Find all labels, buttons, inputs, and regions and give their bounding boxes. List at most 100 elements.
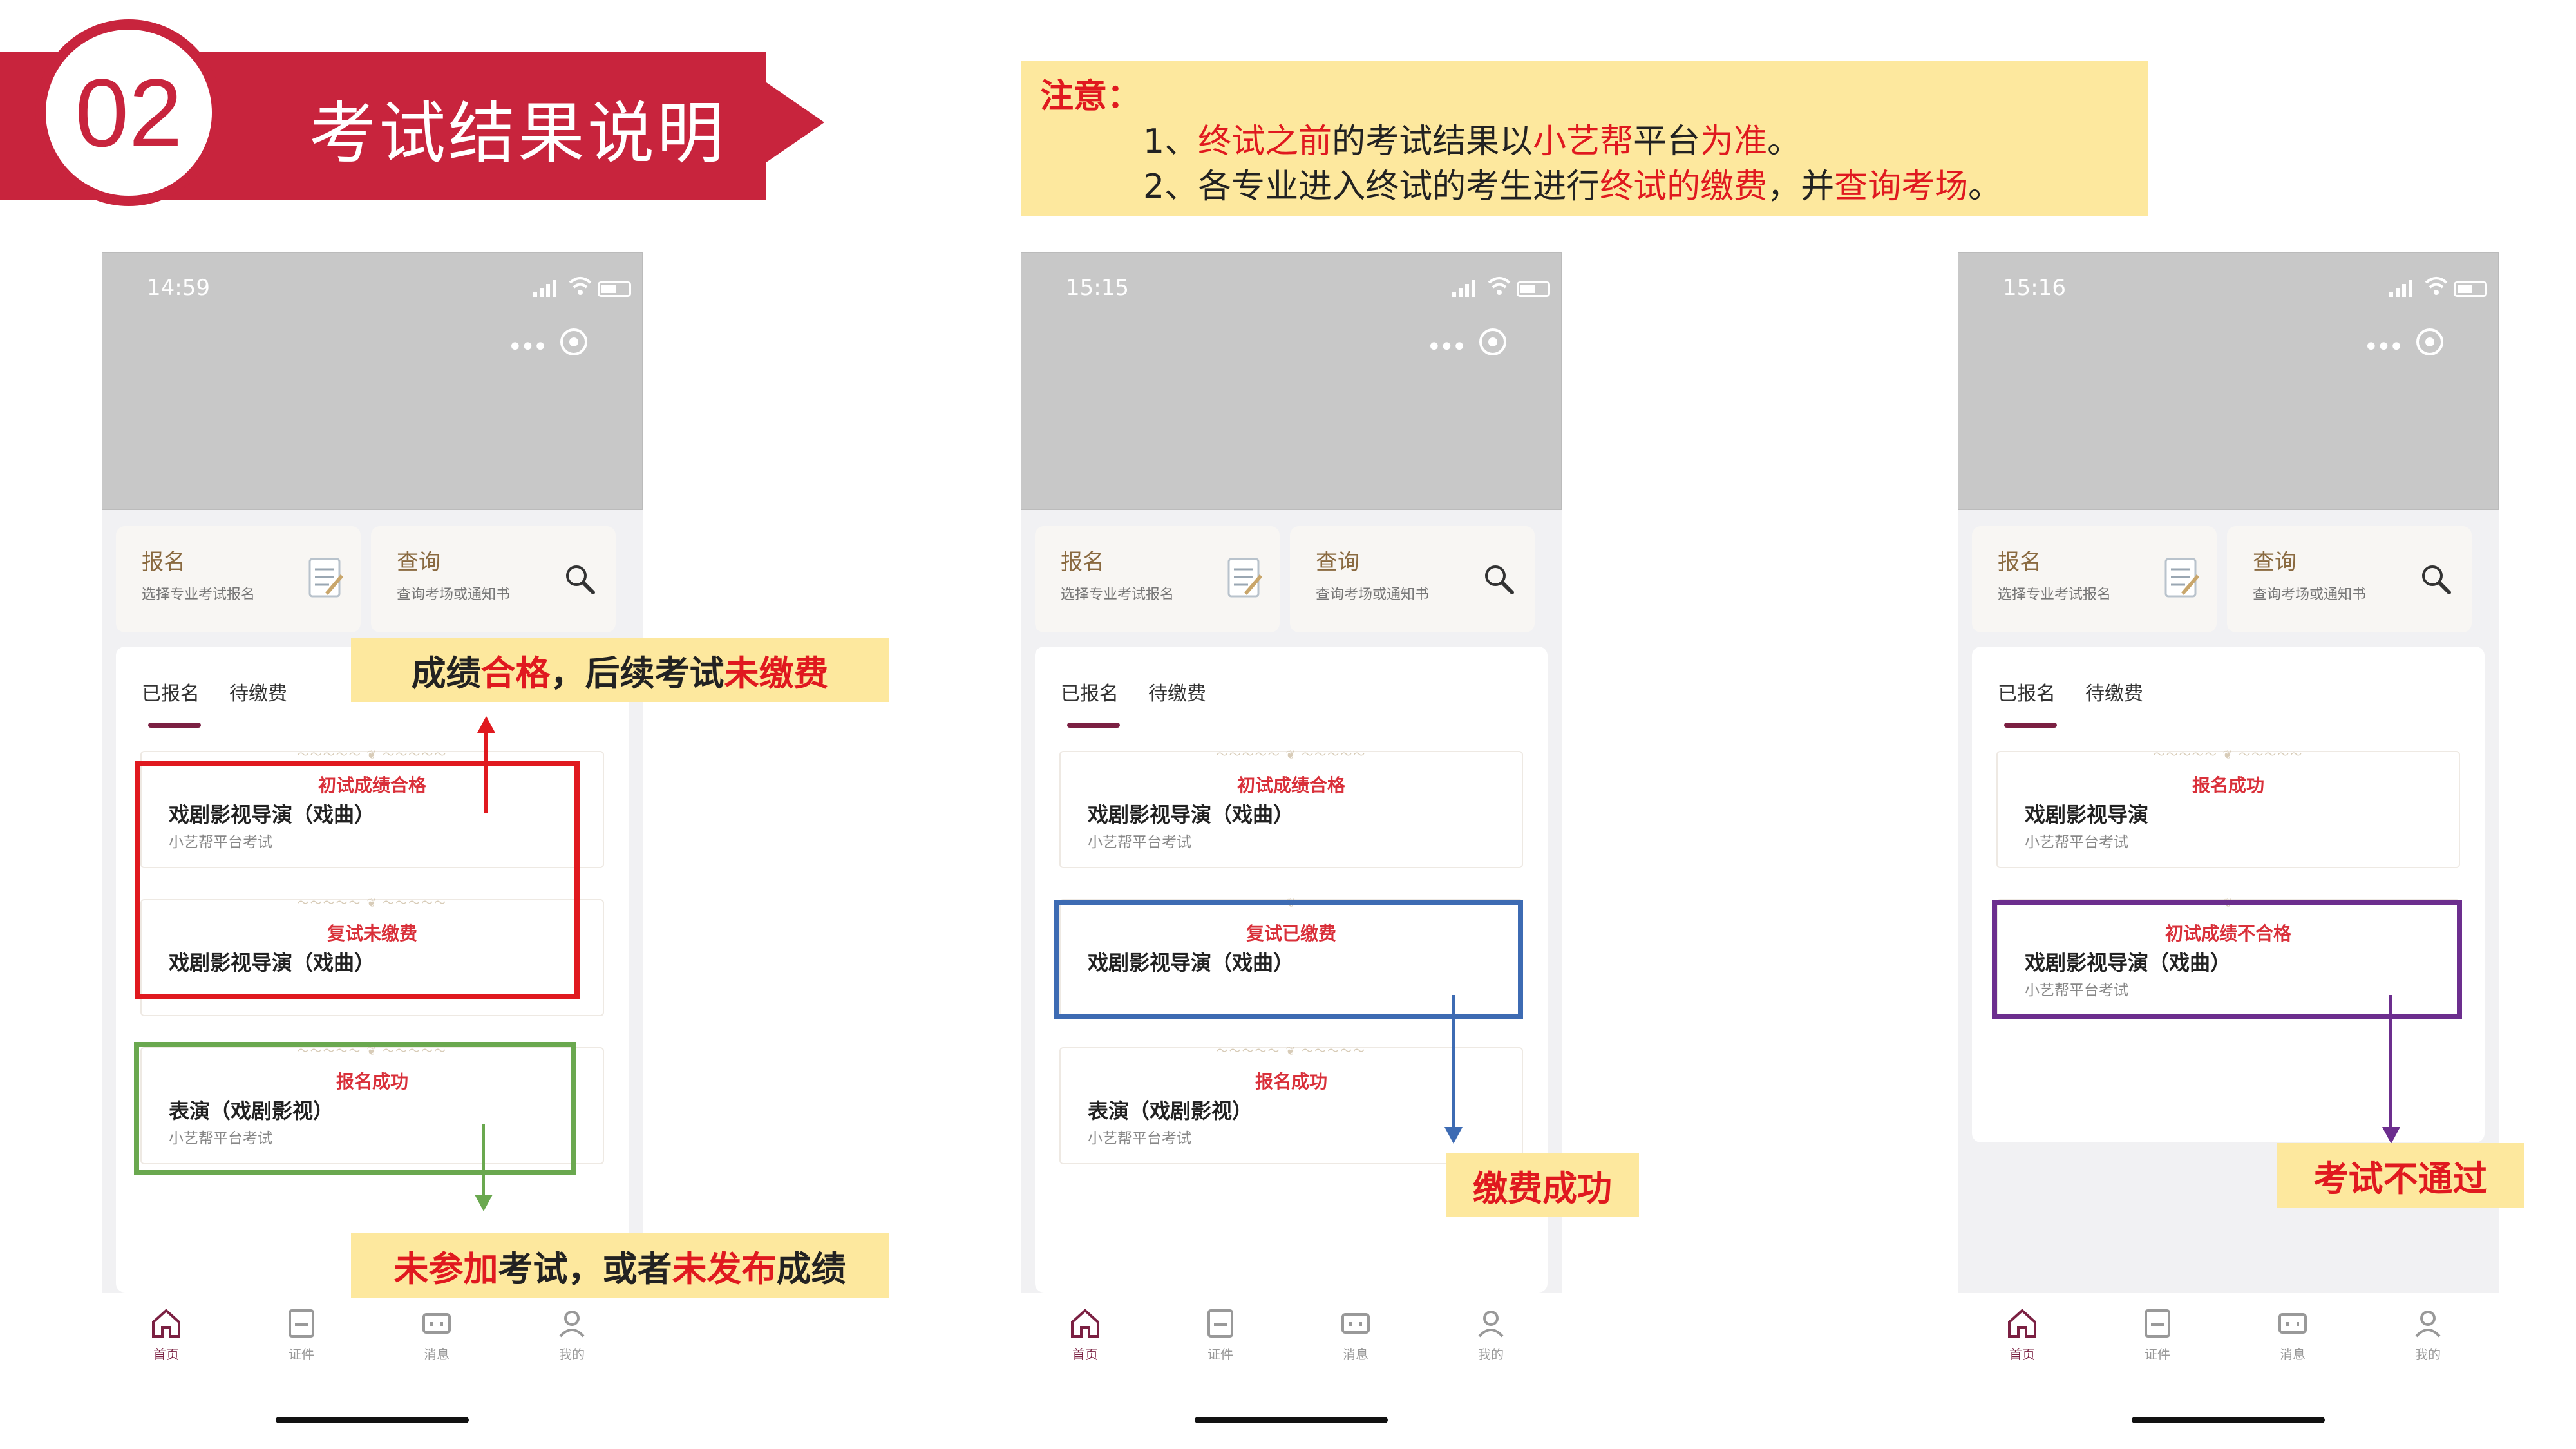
signup-card[interactable]: 报名 选择专业考试报名 xyxy=(116,526,361,632)
signup-card-sub: 选择专业考试报名 xyxy=(1061,587,1175,603)
home-indicator xyxy=(1195,1417,1388,1423)
nav-mine[interactable]: 我的 xyxy=(1452,1307,1530,1371)
active-tab-indicator xyxy=(2004,723,2057,728)
nav-cert[interactable]: 证件 xyxy=(1182,1307,1259,1371)
user-icon xyxy=(1478,1311,1504,1338)
form-icon xyxy=(1227,558,1262,598)
notice-highlight: 查询考场 xyxy=(1834,167,1969,206)
miniprogram-capsule[interactable]: ••• xyxy=(488,323,617,362)
notice-text: 。 xyxy=(1968,167,2002,206)
home-indicator xyxy=(276,1417,469,1423)
phone-screenshot-3: 15:16 ••• 报名 选择专业考试报名 查询 查询考场或通知书 已报名 待缴… xyxy=(1958,252,2499,1293)
section-number: 02 xyxy=(75,58,183,167)
signal-icon xyxy=(2389,280,2412,297)
query-card-sub: 查询考场或通知书 xyxy=(1316,587,1430,603)
entry-name: 表演（戏剧影视） xyxy=(1088,1099,1253,1123)
list-item[interactable]: 〜〜〜〜〜 ❦ 〜〜〜〜〜 报名成功 戏剧影视导演 小艺帮平台考试 xyxy=(1996,748,2460,868)
notice-line-1: 1、终试之前的考试结果以小艺帮平台为准。 xyxy=(1143,114,1801,162)
registration-panel: 已报名 待缴费 〜〜〜〜〜 ❦ 〜〜〜〜〜 报名成功 戏剧影视导演 小艺帮平台考… xyxy=(1972,647,2485,1142)
callout-text: 考试，或者 xyxy=(498,1248,672,1289)
arrow-up-icon xyxy=(477,716,495,733)
certificate-icon xyxy=(289,1309,314,1338)
signal-icon xyxy=(533,280,556,297)
battery-icon xyxy=(598,281,631,297)
miniprogram-capsule[interactable]: ••• xyxy=(2344,323,2473,362)
query-card-sub: 查询考场或通知书 xyxy=(397,587,511,603)
nav-msg[interactable]: 消息 xyxy=(398,1307,475,1371)
query-card-sub: 查询考场或通知书 xyxy=(2253,587,2367,603)
tab-pending-payment[interactable]: 待缴费 xyxy=(2085,677,2143,706)
certificate-icon xyxy=(1208,1309,1233,1338)
query-card[interactable]: 查询 查询考场或通知书 xyxy=(371,526,616,632)
notice-text: 的考试结果以 xyxy=(1332,122,1533,161)
home-icon xyxy=(2008,1309,2036,1338)
close-miniprogram-icon[interactable] xyxy=(1479,328,1506,355)
entry-name: 戏剧影视导演 xyxy=(2025,802,2149,827)
nav-home[interactable]: 首页 xyxy=(1046,1307,1124,1371)
status-bar: 15:15 xyxy=(1066,275,1555,314)
entry-source: 小艺帮平台考试 xyxy=(1088,834,1191,851)
callout-highlight: 未参加 xyxy=(393,1248,498,1289)
ornament-divider: 〜〜〜〜〜 ❦ 〜〜〜〜〜 xyxy=(297,748,448,762)
tab-registered[interactable]: 已报名 xyxy=(1998,677,2056,706)
highlight-box-red xyxy=(135,761,580,999)
nav-cert[interactable]: 证件 xyxy=(263,1307,340,1371)
nav-mine-label: 我的 xyxy=(2415,1347,2441,1362)
list-item[interactable]: 〜〜〜〜〜 ❦ 〜〜〜〜〜 初试成绩合格 戏剧影视导演（戏曲） 小艺帮平台考试 xyxy=(1059,748,1523,868)
nav-home-label: 首页 xyxy=(1072,1347,1098,1362)
nav-cert[interactable]: 证件 xyxy=(2119,1307,2196,1371)
signup-card[interactable]: 报名 选择专业考试报名 xyxy=(1972,526,2217,632)
arrow-line xyxy=(2389,995,2392,1127)
tab-registered[interactable]: 已报名 xyxy=(1061,677,1119,706)
miniprogram-capsule[interactable]: ••• xyxy=(1407,323,1536,362)
nav-msg[interactable]: 消息 xyxy=(1317,1307,1394,1371)
message-icon xyxy=(422,1313,451,1334)
query-card[interactable]: 查询 查询考场或通知书 xyxy=(1290,526,1535,632)
battery-icon xyxy=(1517,281,1550,297)
nav-msg-label: 消息 xyxy=(424,1347,450,1362)
signup-card[interactable]: 报名 选择专业考试报名 xyxy=(1035,526,1280,632)
more-icon[interactable]: ••• xyxy=(507,332,548,362)
nav-home[interactable]: 首页 xyxy=(128,1307,205,1371)
nav-home-label: 首页 xyxy=(2009,1347,2035,1362)
notice-highlight: 终试之前 xyxy=(1198,122,1332,161)
bottom-nav: 首页 证件 消息 我的 xyxy=(1958,1293,2499,1402)
callout-highlight: 合格 xyxy=(480,652,551,694)
tab-pending-payment[interactable]: 待缴费 xyxy=(1148,677,1206,706)
signup-card-title: 报名 xyxy=(1998,549,2041,575)
arrow-down-icon xyxy=(1444,1127,1463,1144)
more-icon[interactable]: ••• xyxy=(2363,332,2404,362)
tab-pending-payment[interactable]: 待缴费 xyxy=(229,677,287,706)
section-number-badge: 02 xyxy=(35,19,222,206)
form-icon xyxy=(2164,558,2199,598)
notice-text: 。 xyxy=(1767,122,1801,161)
more-icon[interactable]: ••• xyxy=(1426,332,1467,362)
close-miniprogram-icon[interactable] xyxy=(2416,328,2443,355)
message-icon xyxy=(2278,1313,2307,1334)
home-icon xyxy=(152,1309,180,1338)
signal-icon xyxy=(1452,280,1475,297)
nav-mine[interactable]: 我的 xyxy=(533,1307,611,1371)
arrow-line xyxy=(484,733,488,813)
tab-registered[interactable]: 已报名 xyxy=(142,677,200,706)
query-card[interactable]: 查询 查询考场或通知书 xyxy=(2227,526,2472,632)
entry-source: 小艺帮平台考试 xyxy=(1088,1130,1191,1147)
nav-mine-label: 我的 xyxy=(1478,1347,1504,1362)
nav-mine[interactable]: 我的 xyxy=(2389,1307,2467,1371)
close-miniprogram-icon[interactable] xyxy=(560,328,587,355)
nav-home[interactable]: 首页 xyxy=(1984,1307,2061,1371)
callout-not-attended: 未参加 考试，或者 未发布 成绩 xyxy=(351,1233,889,1298)
callout-text: 成绩 xyxy=(411,652,481,694)
status-time: 15:15 xyxy=(1066,275,1129,301)
notice-title: 注意： xyxy=(1040,77,1141,116)
bottom-nav: 首页 证件 消息 我的 xyxy=(1021,1293,1562,1402)
nav-cert-label: 证件 xyxy=(1208,1347,1233,1362)
entry-status: 报名成功 xyxy=(2192,775,2264,796)
status-time: 15:16 xyxy=(2003,275,2066,301)
callout-highlight: 未发布 xyxy=(672,1248,777,1289)
active-tab-indicator xyxy=(1067,723,1120,728)
nav-msg[interactable]: 消息 xyxy=(2254,1307,2331,1371)
wifi-icon xyxy=(569,277,592,295)
nav-cert-label: 证件 xyxy=(2145,1347,2170,1362)
entry-name: 戏剧影视导演（戏曲） xyxy=(1088,802,1294,827)
